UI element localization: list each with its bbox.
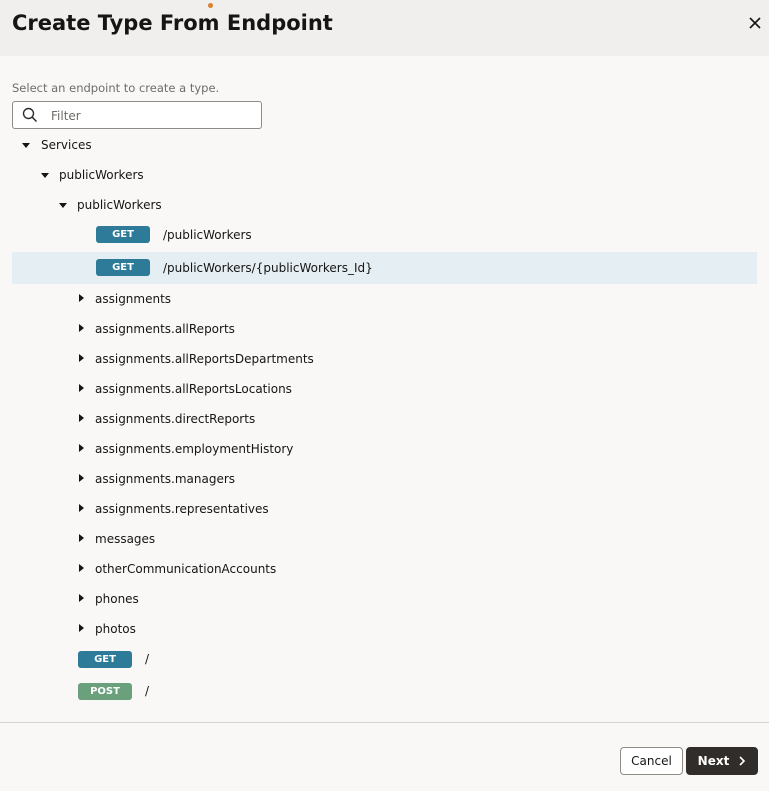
- collapse-icon[interactable]: [22, 143, 30, 148]
- filter-input[interactable]: [49, 105, 253, 127]
- collapse-icon[interactable]: [59, 203, 67, 208]
- tree-node-label: assignments.managers: [95, 472, 236, 486]
- dialog-header: Create Type From Endpoint: [0, 0, 769, 56]
- expand-icon[interactable]: [79, 294, 84, 302]
- filter-field[interactable]: [12, 101, 262, 129]
- tree-node-child[interactable]: assignments.employmentHistory: [12, 434, 757, 464]
- tree-node-child[interactable]: messages: [12, 524, 757, 554]
- endpoint-path: /: [145, 684, 150, 698]
- close-button[interactable]: [744, 12, 766, 34]
- footer-divider: [0, 722, 769, 723]
- endpoint-row[interactable]: GET /: [12, 644, 757, 674]
- tree-node-child[interactable]: otherCommunicationAccounts: [12, 554, 757, 584]
- tree-node-group[interactable]: publicWorkers: [12, 190, 757, 220]
- endpoint-path: /: [145, 652, 150, 666]
- dialog-title: Create Type From Endpoint: [12, 11, 333, 35]
- method-badge: GET: [78, 651, 132, 668]
- tree-node-child[interactable]: phones: [12, 584, 757, 614]
- close-icon: [749, 17, 761, 29]
- tree-node-child[interactable]: photos: [12, 614, 757, 644]
- endpoint-path: /publicWorkers: [163, 228, 252, 242]
- collapse-icon[interactable]: [41, 173, 49, 178]
- tree-node-label: assignments.directReports: [95, 412, 256, 426]
- tree-node-child[interactable]: assignments: [12, 284, 757, 314]
- progress-dot: [208, 3, 213, 8]
- expand-icon[interactable]: [79, 534, 84, 542]
- expand-icon[interactable]: [79, 624, 84, 632]
- tree-node-label: assignments.allReportsDepartments: [95, 352, 314, 366]
- tree-node-label: messages: [95, 532, 156, 546]
- tree-node-child[interactable]: assignments.representatives: [12, 494, 757, 524]
- tree-node-child[interactable]: assignments.managers: [12, 464, 757, 494]
- tree-node-child[interactable]: assignments.allReportsLocations: [12, 374, 757, 404]
- next-label: Next: [697, 754, 730, 768]
- tree-node-child[interactable]: assignments.directReports: [12, 404, 757, 434]
- endpoint-row-selected[interactable]: GET /publicWorkers/{publicWorkers_Id}: [12, 252, 757, 284]
- expand-icon[interactable]: [79, 564, 84, 572]
- expand-icon[interactable]: [79, 504, 84, 512]
- tree-node-label: otherCommunicationAccounts: [95, 562, 277, 576]
- chevron-right-icon: [739, 756, 746, 766]
- expand-icon[interactable]: [79, 414, 84, 422]
- tree-node-label: publicWorkers: [77, 198, 162, 212]
- tree-node-label: publicWorkers: [59, 168, 144, 182]
- endpoint-row[interactable]: POST /: [12, 676, 757, 706]
- expand-icon[interactable]: [79, 474, 84, 482]
- instruction-text: Select an endpoint to create a type.: [12, 81, 220, 95]
- tree-node-label: assignments.employmentHistory: [95, 442, 294, 456]
- cancel-button[interactable]: Cancel: [620, 747, 683, 775]
- next-button[interactable]: Next: [686, 747, 758, 775]
- tree-node-services[interactable]: Services: [12, 130, 757, 160]
- method-badge: GET: [96, 259, 150, 276]
- tree-node-service[interactable]: publicWorkers: [12, 160, 757, 190]
- tree-node-label: assignments.representatives: [95, 502, 269, 516]
- tree-node-label: assignments.allReportsLocations: [95, 382, 292, 396]
- expand-icon[interactable]: [79, 594, 84, 602]
- expand-icon[interactable]: [79, 354, 84, 362]
- tree-node-label: assignments.allReports: [95, 322, 235, 336]
- cancel-label: Cancel: [631, 754, 672, 768]
- expand-icon[interactable]: [79, 384, 84, 392]
- search-icon: [22, 107, 38, 123]
- tree-node-label: phones: [95, 592, 139, 606]
- method-badge: POST: [78, 683, 132, 700]
- tree-node-label: Services: [41, 138, 92, 152]
- tree-node-label: photos: [95, 622, 136, 636]
- method-badge: GET: [96, 226, 150, 243]
- tree-node-child[interactable]: assignments.allReports: [12, 314, 757, 344]
- endpoint-row[interactable]: GET /publicWorkers: [12, 220, 757, 250]
- tree-node-child[interactable]: assignments.allReportsDepartments: [12, 344, 757, 374]
- endpoint-path: /publicWorkers/{publicWorkers_Id}: [163, 261, 373, 275]
- expand-icon[interactable]: [79, 444, 84, 452]
- expand-icon[interactable]: [79, 324, 84, 332]
- tree-node-label: assignments: [95, 292, 172, 306]
